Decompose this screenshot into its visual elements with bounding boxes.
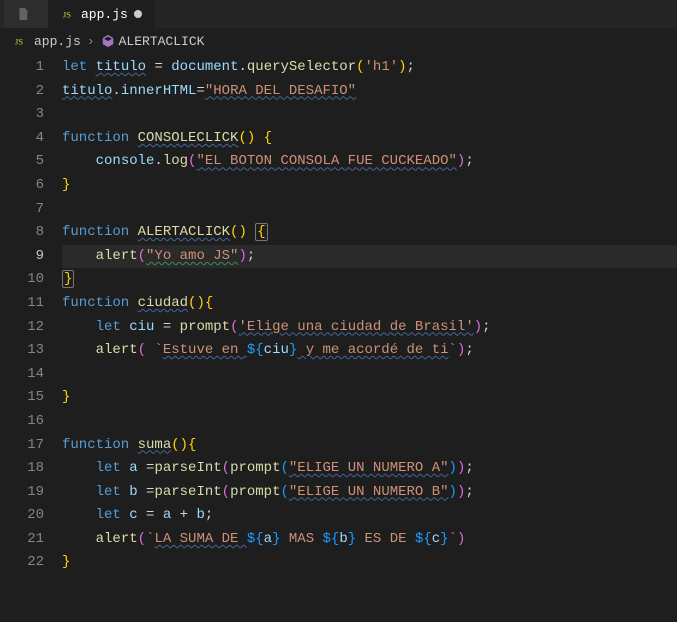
code-line[interactable]: let titulo = document.querySelector('h1'…	[62, 56, 677, 80]
code-line[interactable]	[62, 410, 677, 434]
breadcrumb[interactable]: JS app.js › ALERTACLICK	[0, 28, 677, 54]
code-line[interactable]: }	[62, 551, 677, 575]
tab-active-label: app.js	[81, 7, 128, 22]
svg-text:JS: JS	[15, 37, 23, 47]
code-area[interactable]: let titulo = document.querySelector('h1'…	[62, 54, 677, 622]
unsaved-dot-icon	[134, 10, 142, 18]
code-editor[interactable]: 12345678910111213141516171819202122 let …	[0, 54, 677, 622]
code-line[interactable]: function suma(){	[62, 434, 677, 458]
code-line[interactable]: alert(`LA SUMA DE ${a} MAS ${b} ES DE ${…	[62, 528, 677, 552]
code-line[interactable]: function ciudad(){	[62, 292, 677, 316]
breadcrumb-symbol-label: ALERTACLICK	[119, 34, 205, 49]
breadcrumb-file: app.js	[34, 34, 81, 49]
code-line[interactable]	[62, 198, 677, 222]
breadcrumb-symbol[interactable]: ALERTACLICK	[101, 34, 205, 49]
tab-app-js[interactable]: JS app.js	[49, 0, 155, 28]
vertical-scrollbar[interactable]	[671, 54, 677, 622]
line-number-gutter: 12345678910111213141516171819202122	[0, 54, 62, 622]
code-line[interactable]: alert( `Estuve en ${ciu} y me acordé de …	[62, 339, 677, 363]
code-line[interactable]: let a =parseInt(prompt("ELIGE UN NUMERO …	[62, 457, 677, 481]
tab-inactive[interactable]	[4, 0, 49, 28]
editor-tabs: JS app.js	[0, 0, 677, 28]
code-line[interactable]: titulo.innerHTML="HORA DEL DESAFIO"	[62, 80, 677, 104]
code-line[interactable]: let ciu = prompt('Elige una ciudad de Br…	[62, 316, 677, 340]
code-line[interactable]: function CONSOLECLICK() {	[62, 127, 677, 151]
code-line[interactable]: console.log("EL BOTON CONSOLA FUE CUCKEA…	[62, 150, 677, 174]
method-icon	[101, 34, 115, 48]
code-line[interactable]	[62, 103, 677, 127]
code-line[interactable]	[62, 363, 677, 387]
code-line[interactable]: }	[62, 174, 677, 198]
file-icon	[16, 7, 30, 21]
code-line[interactable]: let b =parseInt(prompt("ELIGE UN NUMERO …	[62, 481, 677, 505]
code-line[interactable]: let c = a + b;	[62, 504, 677, 528]
code-line[interactable]: }	[62, 386, 677, 410]
code-line[interactable]: }	[62, 268, 677, 292]
js-file-icon: JS	[61, 7, 75, 21]
code-line-current[interactable]: alert("Yo amo JS");	[62, 245, 677, 269]
code-line[interactable]: function ALERTACLICK() {	[62, 221, 677, 245]
js-file-icon: JS	[14, 34, 28, 48]
chevron-right-icon: ›	[87, 34, 95, 49]
svg-text:JS: JS	[63, 10, 71, 20]
